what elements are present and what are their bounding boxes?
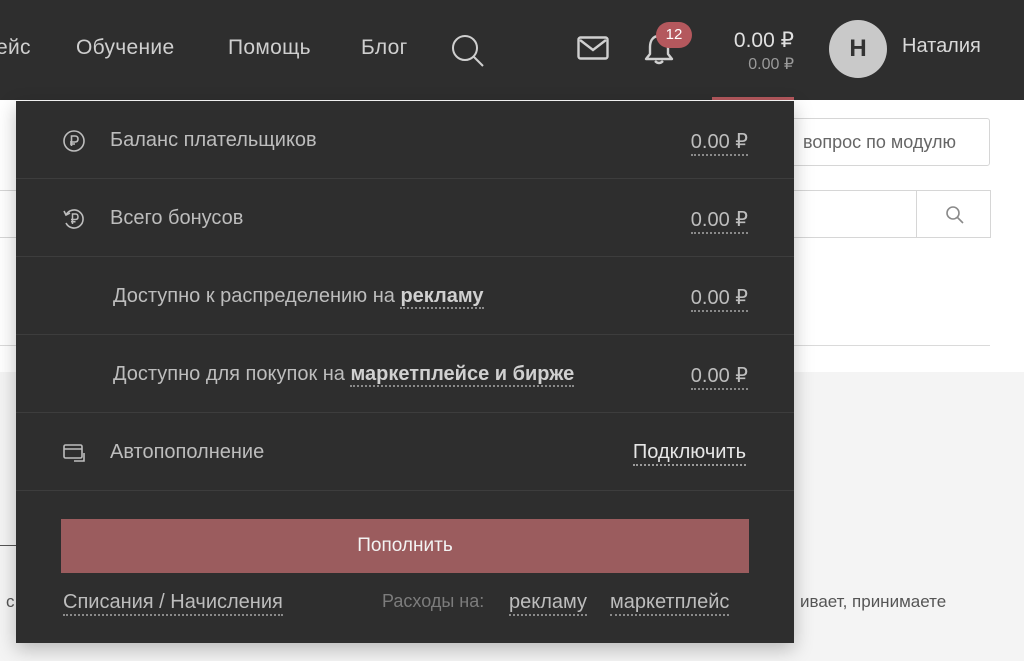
- balance-sub: 0.00 ₽: [748, 56, 794, 73]
- avatar[interactable]: Н: [829, 20, 887, 78]
- background-text: с: [6, 592, 15, 611]
- search-icon: [945, 205, 965, 230]
- notification-badge: 12: [656, 22, 692, 48]
- nav-link-help[interactable]: Помощь: [228, 36, 311, 60]
- expenses-ads-link[interactable]: рекламу: [509, 591, 587, 616]
- background-text: ивает, принимаете: [800, 592, 947, 611]
- history-link[interactable]: Списания / Начисления: [63, 591, 283, 616]
- autopay-card-icon: [62, 441, 86, 465]
- payer-balance-row: Баланс плательщиков 0.00 ₽: [16, 101, 794, 179]
- marketplace-exchange-link[interactable]: маркетплейсе и бирже: [350, 363, 575, 387]
- topup-button[interactable]: Пополнить: [61, 519, 749, 573]
- expenses-marketplace-link[interactable]: маркетплейс: [610, 591, 730, 616]
- top-navigation-bar: ейс Обучение Помощь Блог 12 0.00 ₽ 0.00 …: [0, 0, 1024, 100]
- total-bonuses-row: Всего бонусов 0.00 ₽: [16, 179, 794, 257]
- available-ads-text: Доступно к распределению на: [113, 285, 395, 307]
- available-market-value[interactable]: 0.00 ₽: [690, 363, 748, 390]
- nav-link-blog[interactable]: Блог: [361, 36, 408, 60]
- available-ads-value[interactable]: 0.00 ₽: [690, 285, 748, 312]
- autopay-row: Автопополнение Подключить: [16, 413, 794, 491]
- bonus-refresh-icon: [62, 207, 86, 231]
- divider: [0, 545, 16, 546]
- ruble-coin-icon: [62, 129, 86, 153]
- payer-balance-label: Баланс плательщиков: [110, 129, 317, 151]
- payer-balance-value[interactable]: 0.00 ₽: [690, 129, 748, 156]
- nav-link-marketplace[interactable]: ейс: [0, 36, 31, 60]
- available-ads-row: Доступно к распределению на рекламу 0.00…: [16, 257, 794, 335]
- module-question-button[interactable]: вопрос по модулю: [770, 118, 990, 166]
- available-market-row: Доступно для покупок на маркетплейсе и б…: [16, 335, 794, 413]
- autopay-connect-link[interactable]: Подключить: [632, 441, 746, 466]
- nav-link-learning[interactable]: Обучение: [76, 36, 174, 60]
- mail-icon[interactable]: [577, 36, 609, 65]
- expenses-caption: Расходы на:: [382, 591, 485, 611]
- total-bonuses-value[interactable]: 0.00 ₽: [690, 207, 748, 234]
- available-market-label: Доступно для покупок на маркетплейсе и б…: [113, 363, 575, 387]
- autopay-label: Автопополнение: [110, 441, 265, 463]
- user-name[interactable]: Наталия: [902, 35, 981, 58]
- balance-main[interactable]: 0.00 ₽: [700, 28, 794, 53]
- ads-link[interactable]: рекламу: [400, 285, 484, 309]
- balance-dropdown: Баланс плательщиков 0.00 ₽ Всего бонусов…: [16, 101, 794, 643]
- search-button[interactable]: [916, 190, 991, 238]
- total-bonuses-label: Всего бонусов: [110, 207, 244, 229]
- available-ads-label: Доступно к распределению на рекламу: [113, 285, 484, 309]
- available-market-text: Доступно для покупок на: [113, 363, 345, 385]
- search-icon[interactable]: [451, 34, 485, 73]
